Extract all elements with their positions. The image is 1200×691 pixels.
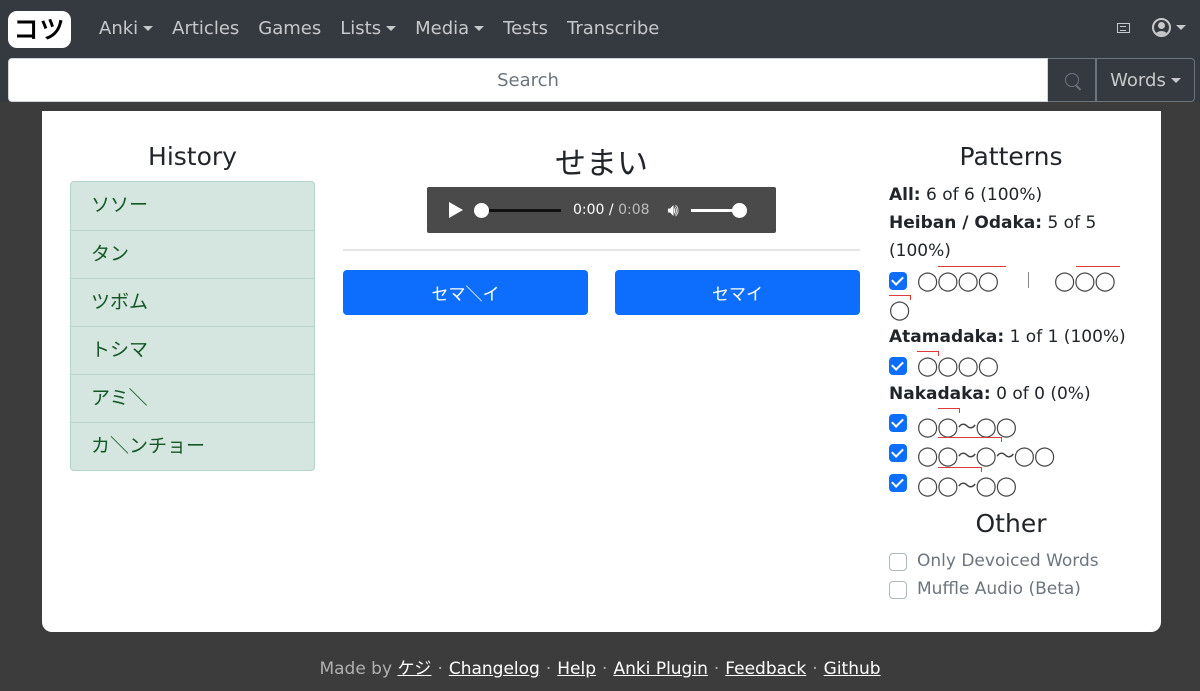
nakadaka-checkbox-3[interactable] [889,474,907,492]
devoiced-label[interactable]: Only Devoiced Words [917,551,1099,571]
changelog-link[interactable]: Changelog [449,659,540,679]
volume-slider[interactable] [690,202,747,218]
history-item[interactable]: アミ＼ [71,374,314,422]
audio-player: 0:00 / 0:08 🔊︎ [427,187,776,233]
volume-knob[interactable] [731,202,747,218]
help-link[interactable]: Help [557,659,596,679]
other-title: Other [975,509,1047,538]
pitch-line [938,467,982,468]
pitch-line [917,351,939,352]
pitch-line [938,408,960,409]
history-item[interactable]: カ＼ンチョー [71,422,314,470]
nav-item-anki[interactable]: Anki [99,18,154,39]
audio-progress-slider[interactable] [474,202,561,218]
play-icon[interactable] [449,202,463,218]
muffle-audio-checkbox[interactable] [889,581,907,599]
caret-down-icon [474,26,485,31]
quiz-word: せまい [555,146,648,182]
nakadaka-checkbox-1[interactable] [889,414,907,432]
mora-pattern: ◯◯◯◯ [917,270,999,292]
history-item[interactable]: ツボム [71,278,314,326]
mora-pattern: ◯ [889,299,910,321]
mora-pattern: ◯◯◯◯ [917,355,999,377]
patterns-title: Patterns [959,142,1063,171]
nav-item-media[interactable]: Media [415,18,485,39]
nav-item-games[interactable]: Games [258,18,321,39]
pitch-line [938,437,1002,438]
mora-pattern: ◯◯〜◯◯ [917,475,1017,497]
pattern-nakadaka: Nakadaka: 0 of 0 (0%) [889,384,1091,404]
history-list: ソソー タン ツボム トシマ アミ＼ カ＼ンチョー [70,181,315,471]
search-button[interactable] [1048,58,1096,102]
devoiced-checkbox[interactable] [889,553,907,571]
pitch-line [1076,266,1120,267]
pitch-line [889,295,911,296]
nav-item-tests[interactable]: Tests [503,18,548,39]
nav-item-articles[interactable]: Articles [172,18,239,39]
history-item[interactable]: タン [71,230,314,278]
mora-pattern: ◯◯〜◯◯ [917,416,1017,438]
history-item[interactable]: トシマ [71,326,314,374]
nakadaka-checkbox-2[interactable] [889,444,907,462]
atamadaka-checkbox[interactable] [889,357,907,375]
brand-logo[interactable]: コツ [8,11,71,48]
user-circle-icon[interactable] [1152,18,1171,37]
history-title: History [148,142,237,171]
heiban-checkbox[interactable] [889,272,907,290]
caret-down-icon [1170,77,1181,83]
feedback-link[interactable]: Feedback [725,659,806,679]
nav-menu: Anki Articles Games Lists Media Tests Tr… [99,18,678,39]
volume-icon[interactable]: 🔊︎ [668,200,679,221]
progress-knob[interactable] [474,202,489,218]
muffle-audio-label[interactable]: Muffle Audio (Beta) [917,579,1081,599]
answer-button-atamadaka[interactable]: セマ＼イ [343,270,588,315]
pattern-all: All: 6 of 6 (100%) [889,185,1043,205]
caret-down-icon[interactable] [1176,25,1186,30]
search-mode-dropdown[interactable]: Words [1096,58,1195,102]
github-link[interactable]: Github [824,659,881,679]
nav-item-transcribe[interactable]: Transcribe [567,18,659,39]
search-input[interactable] [8,58,1048,102]
newspaper-icon[interactable] [1117,22,1130,33]
nav-item-lists[interactable]: Lists [340,18,397,39]
author-link[interactable]: ケジ [397,659,431,679]
nav-right [1117,18,1186,37]
divider [343,249,860,251]
pattern-separator [1028,272,1029,288]
caret-down-icon [143,26,154,31]
anki-plugin-link[interactable]: Anki Plugin [613,659,707,679]
history-item[interactable]: ソソー [71,182,314,230]
mora-pattern: ◯◯◯ [1054,270,1116,292]
pitch-drop [910,295,911,300]
audio-time: 0:00 / 0:08 [573,202,650,218]
mora-pattern: ◯◯〜◯〜◯◯ [917,445,1055,467]
answer-button-heiban[interactable]: セマイ [615,270,860,315]
pitch-line [938,266,1006,267]
caret-down-icon [386,26,397,31]
pattern-heiban-percent: (100%) [889,241,951,261]
search-bar: Words [8,58,1195,102]
pattern-heiban: Heiban / Odaka: 5 of 5 [889,213,1097,233]
pattern-atamadaka: Atamadaka: 1 of 1 (100%) [889,327,1126,347]
navbar: コツ Anki Articles Games Lists Media Tests… [0,0,1200,102]
footer: Made by ケジ · Changelog · Help · Anki Plugin · Fe… [319,659,881,679]
search-icon [1064,73,1079,87]
